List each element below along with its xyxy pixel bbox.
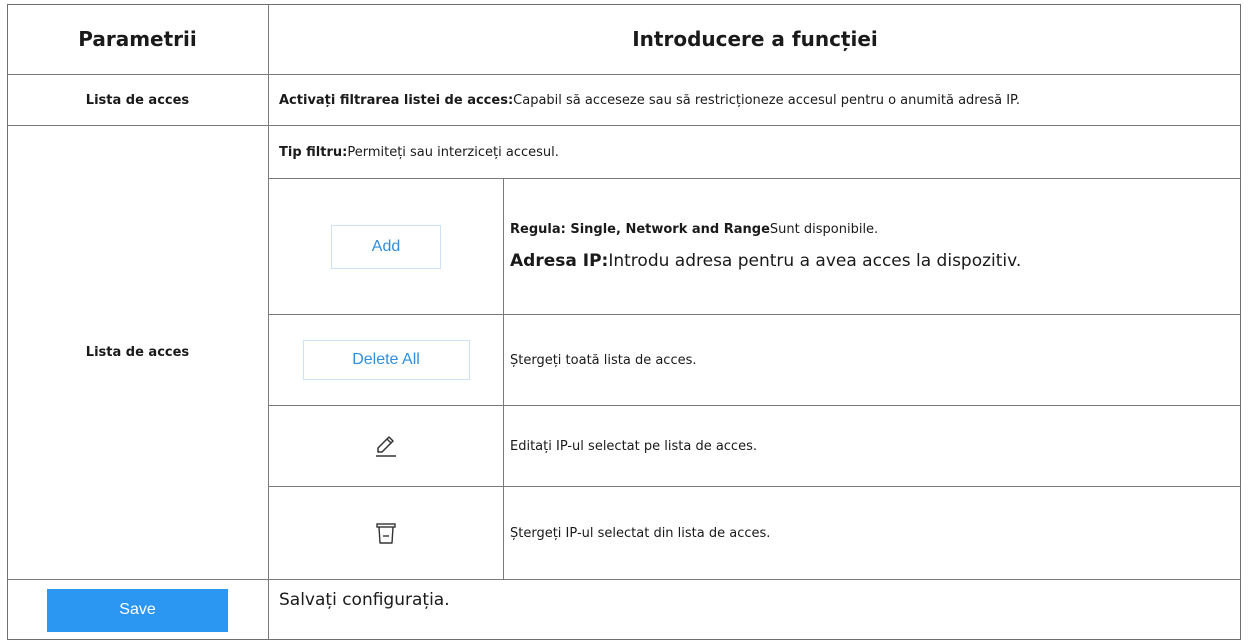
desc-access-list-filter: Activați filtrarea listei de acces:Capab…: [269, 75, 1241, 125]
desc-text: Capabil să acceseze sau să restricționez…: [513, 92, 1020, 108]
param-access-list-filter: Lista de acces: [85, 92, 190, 108]
desc-text: Permiteți sau interziceți accesul.: [347, 144, 559, 160]
desc-edit: Editați IP-ul selectat pe lista de acces…: [510, 438, 757, 454]
desc-save: Salvați configurația.: [279, 590, 450, 610]
desc-text: Sunt disponibile.: [769, 222, 879, 237]
desc-text: Introdu adresa pentru a avea acces la di…: [608, 251, 1022, 271]
param-access-list: Lista de acces: [85, 345, 190, 360]
save-cell: Save: [7, 580, 268, 640]
save-button[interactable]: Save: [47, 588, 228, 632]
delete-all-cell: Delete All: [269, 315, 503, 405]
desc-bold: Adresa IP:: [510, 251, 609, 271]
pencil-icon[interactable]: [373, 433, 399, 459]
desc-delete: Ștergeți IP-ul selectat din lista de acc…: [510, 525, 771, 541]
delete-cell: [269, 487, 503, 579]
trash-icon[interactable]: [374, 520, 398, 546]
header-function-intro: Introducere a funcției: [632, 27, 878, 51]
add-button[interactable]: Add: [331, 224, 441, 269]
delete-all-button[interactable]: Delete All: [302, 340, 470, 380]
desc-add: Regula: Single, Network and RangeSunt di…: [504, 179, 1241, 314]
edit-cell: [269, 406, 503, 486]
desc-bold: Regula: Single, Network and Range: [510, 222, 770, 237]
desc-filter-type: Tip filtru:Permiteți sau interziceți acc…: [269, 126, 1241, 178]
desc-delete-all: Ștergeți toată lista de acces.: [510, 352, 697, 368]
desc-bold: Activați filtrarea listei de acces:: [279, 92, 514, 108]
add-cell: Add: [269, 179, 503, 314]
desc-bold: Tip filtru:: [279, 144, 348, 160]
header-parameters: Parametrii: [78, 27, 197, 51]
